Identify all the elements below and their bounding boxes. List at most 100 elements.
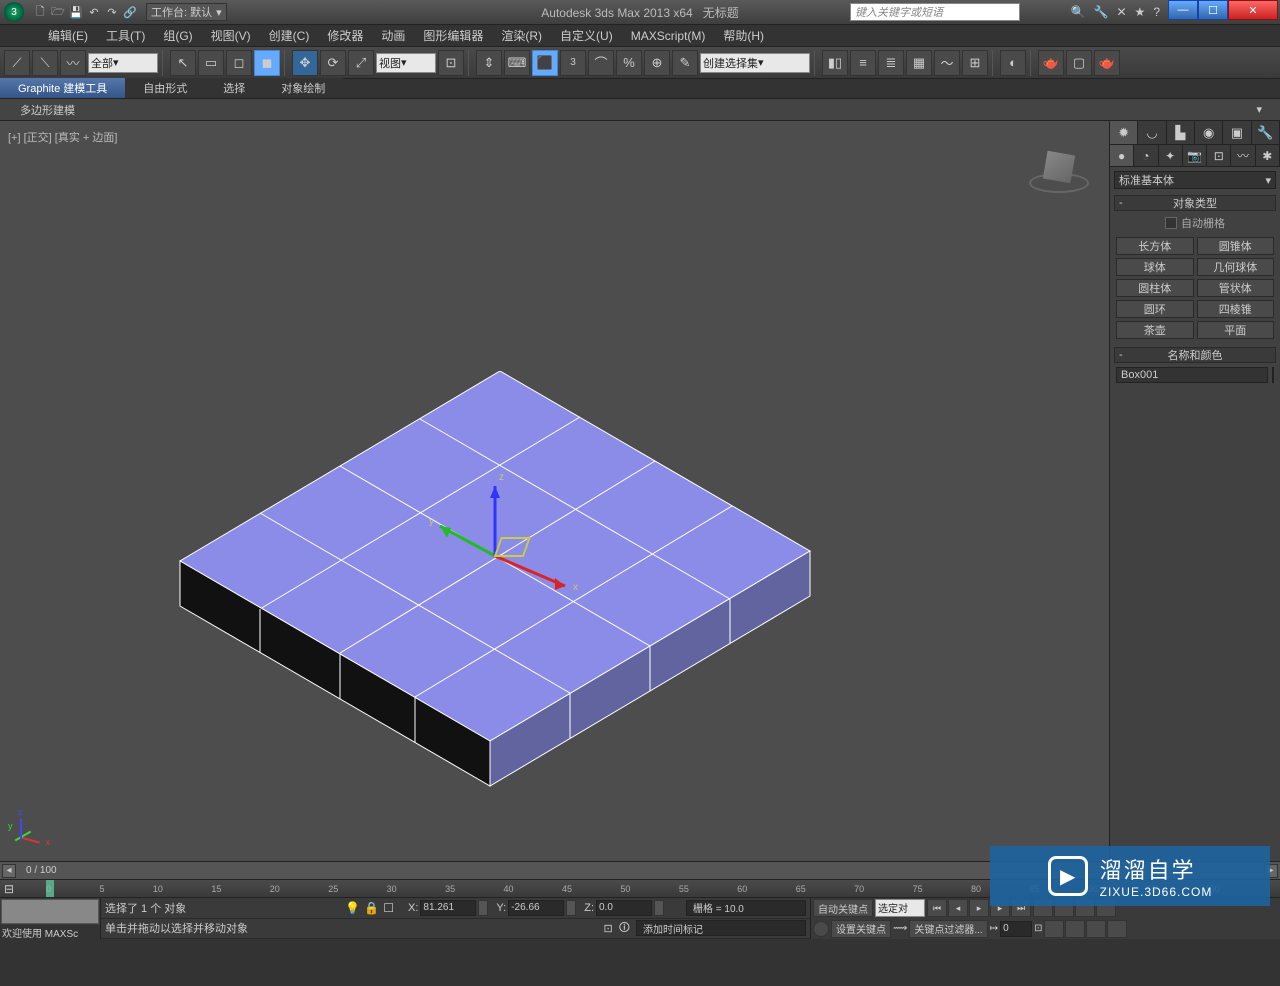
viewcube[interactable] [1029,141,1089,201]
btn-cone[interactable]: 圆锥体 [1197,237,1275,255]
unlink-icon[interactable]: ⟍ [32,50,58,76]
snaps-toggle-icon[interactable]: ⬛ [532,50,558,76]
panel-tab-display-icon[interactable]: ▣ [1223,121,1251,144]
panel-tab-create-icon[interactable]: ✹ [1110,121,1138,144]
rollout-object-type[interactable]: 对象类型 [1114,195,1276,211]
workspace-dropdown[interactable]: 工作台: 默认 ▾ [146,3,227,21]
create-sel-icon[interactable]: ✎ [672,50,698,76]
nav-pan-icon[interactable] [1044,920,1064,938]
schematic-view-icon[interactable]: ⊞ [962,50,988,76]
object-color-swatch[interactable] [1272,367,1274,383]
menu-animation[interactable]: 动画 [373,25,413,46]
goto-start-icon[interactable]: ⏮ [927,899,947,917]
save-icon[interactable]: 💾 [68,4,84,20]
app-icon[interactable]: 3 [4,2,24,22]
key-tangent-icon[interactable]: ↦ [990,923,998,934]
create-shapes-icon[interactable]: ◔ [1134,145,1158,166]
minimize-button[interactable]: — [1168,0,1198,20]
btn-cylinder[interactable]: 圆柱体 [1116,279,1194,297]
menu-group[interactable]: 组(G) [155,25,200,46]
spinner-z[interactable] [654,900,664,916]
keyfilter-button[interactable]: 关键点过滤器... [909,920,987,938]
select-object-icon[interactable]: ↖ [170,50,196,76]
window-crossing-icon[interactable]: ◼ [254,50,280,76]
menu-create[interactable]: 创建(C) [261,25,318,46]
frame-indicator[interactable]: 0 / 100 [26,865,57,876]
search-input[interactable]: 键入关键字或短语 [850,3,1020,21]
panel-tab-motion-icon[interactable]: ◉ [1195,121,1223,144]
select-rotate-icon[interactable]: ⟳ [320,50,346,76]
key-icon[interactable]: 🔧 [1094,5,1109,19]
ribbon-tab-objectpaint[interactable]: 对象绘制 [263,78,343,98]
ribbon-tab-selection[interactable]: 选择 [205,78,263,98]
percent-snap-icon[interactable]: ⌒ [588,50,614,76]
btn-tube[interactable]: 管状体 [1197,279,1275,297]
menu-customize[interactable]: 自定义(U) [552,25,621,46]
keyboard-shortcut-icon[interactable]: ⌨ [504,50,530,76]
coord-y[interactable]: -26.66 [508,900,564,916]
create-helpers-icon[interactable]: ⊡ [1207,145,1231,166]
nav-orbit-icon[interactable] [1086,920,1106,938]
ribbon-collapse-icon[interactable]: ▾ [1244,101,1274,118]
btn-geosphere[interactable]: 几何球体 [1197,258,1275,276]
scroll-left-icon[interactable]: ◂ [2,864,16,878]
create-spacewarps-icon[interactable]: 〰 [1231,145,1255,166]
setkey-circle-icon[interactable] [813,921,829,937]
time-config-icon[interactable]: ⊡ [1034,923,1042,934]
object-name-input[interactable] [1116,367,1268,383]
select-scale-icon[interactable]: ⤢ [348,50,374,76]
help-icon[interactable]: ? [1153,5,1160,19]
script-listener-icon[interactable]: ⊡ [604,922,613,935]
new-icon[interactable]: 🗋 [32,4,48,20]
spinner-snap-icon[interactable]: % [616,50,642,76]
viewport[interactable]: [+] [正交] [真实 + 边面] [0,121,1110,861]
current-frame-input[interactable]: 0 [1000,921,1032,937]
coord-z[interactable]: 0.0 [596,900,652,916]
menu-tools[interactable]: 工具(T) [98,25,153,46]
btn-box[interactable]: 长方体 [1116,237,1194,255]
ribbon-tab-freeform[interactable]: 自由形式 [125,78,205,98]
selection-filter-dropdown[interactable]: 全部 ▾ [88,53,158,73]
lock-icon[interactable]: 🔒 [364,901,379,915]
bind-spacewarp-icon[interactable]: 〰 [60,50,86,76]
search-icon[interactable]: 🔍 [1071,5,1086,19]
material-editor-icon[interactable]: ◐ [1000,50,1026,76]
select-move-icon[interactable]: ✥ [292,50,318,76]
prev-frame-icon[interactable]: ◂ [948,899,968,917]
ribbon-sub-polymodeling[interactable]: 多边形建模 [8,100,87,120]
viewport-label[interactable]: [+] [正交] [真实 + 边面] [8,129,117,145]
menu-views[interactable]: 视图(V) [203,25,259,46]
btn-plane[interactable]: 平面 [1197,321,1275,339]
render-setup-icon[interactable]: 🫖 [1038,50,1064,76]
align-icon[interactable]: ≡ [850,50,876,76]
btn-torus[interactable]: 圆环 [1116,300,1194,318]
ribbon-tab-graphite[interactable]: Graphite 建模工具 [0,78,125,98]
autogrid-checkbox[interactable] [1165,217,1177,229]
lock-selection-icon[interactable]: 💡 [345,901,360,915]
spinner-y[interactable] [566,900,576,916]
create-systems-icon[interactable]: ✱ [1256,145,1280,166]
comm-center-icon[interactable]: 🛈 [619,919,630,938]
select-region-icon[interactable]: ◻ [226,50,252,76]
named-selection-dropdown[interactable]: 创建选择集 ▾ [700,53,810,73]
scene-object-box[interactable]: x y z [170,371,830,801]
setkey-button[interactable]: 设置关键点 [831,920,891,938]
favorite-icon[interactable]: ★ [1135,5,1146,19]
nav-walk-icon[interactable] [1065,920,1085,938]
use-center-icon[interactable]: ⊡ [438,50,464,76]
btn-pyramid[interactable]: 四棱锥 [1197,300,1275,318]
nav-maximize-icon[interactable] [1107,920,1127,938]
coord-x[interactable]: 81.261 [420,900,476,916]
panel-tab-hierarchy-icon[interactable]: ▙ [1167,121,1195,144]
select-link-icon[interactable]: ⟋ [4,50,30,76]
menu-modifiers[interactable]: 修改器 [319,25,371,46]
create-geometry-icon[interactable]: ● [1110,145,1134,166]
menu-edit[interactable]: 编辑(E) [40,25,96,46]
select-manipulate-icon[interactable]: ⇕ [476,50,502,76]
close-button[interactable]: ✕ [1228,0,1278,20]
layer-manager-icon[interactable]: ≣ [878,50,904,76]
material-preview-swatch[interactable] [1,899,99,924]
btn-teapot[interactable]: 茶壶 [1116,321,1194,339]
maximize-button[interactable]: ☐ [1198,0,1228,20]
mirror-icon[interactable]: ▮▯ [822,50,848,76]
